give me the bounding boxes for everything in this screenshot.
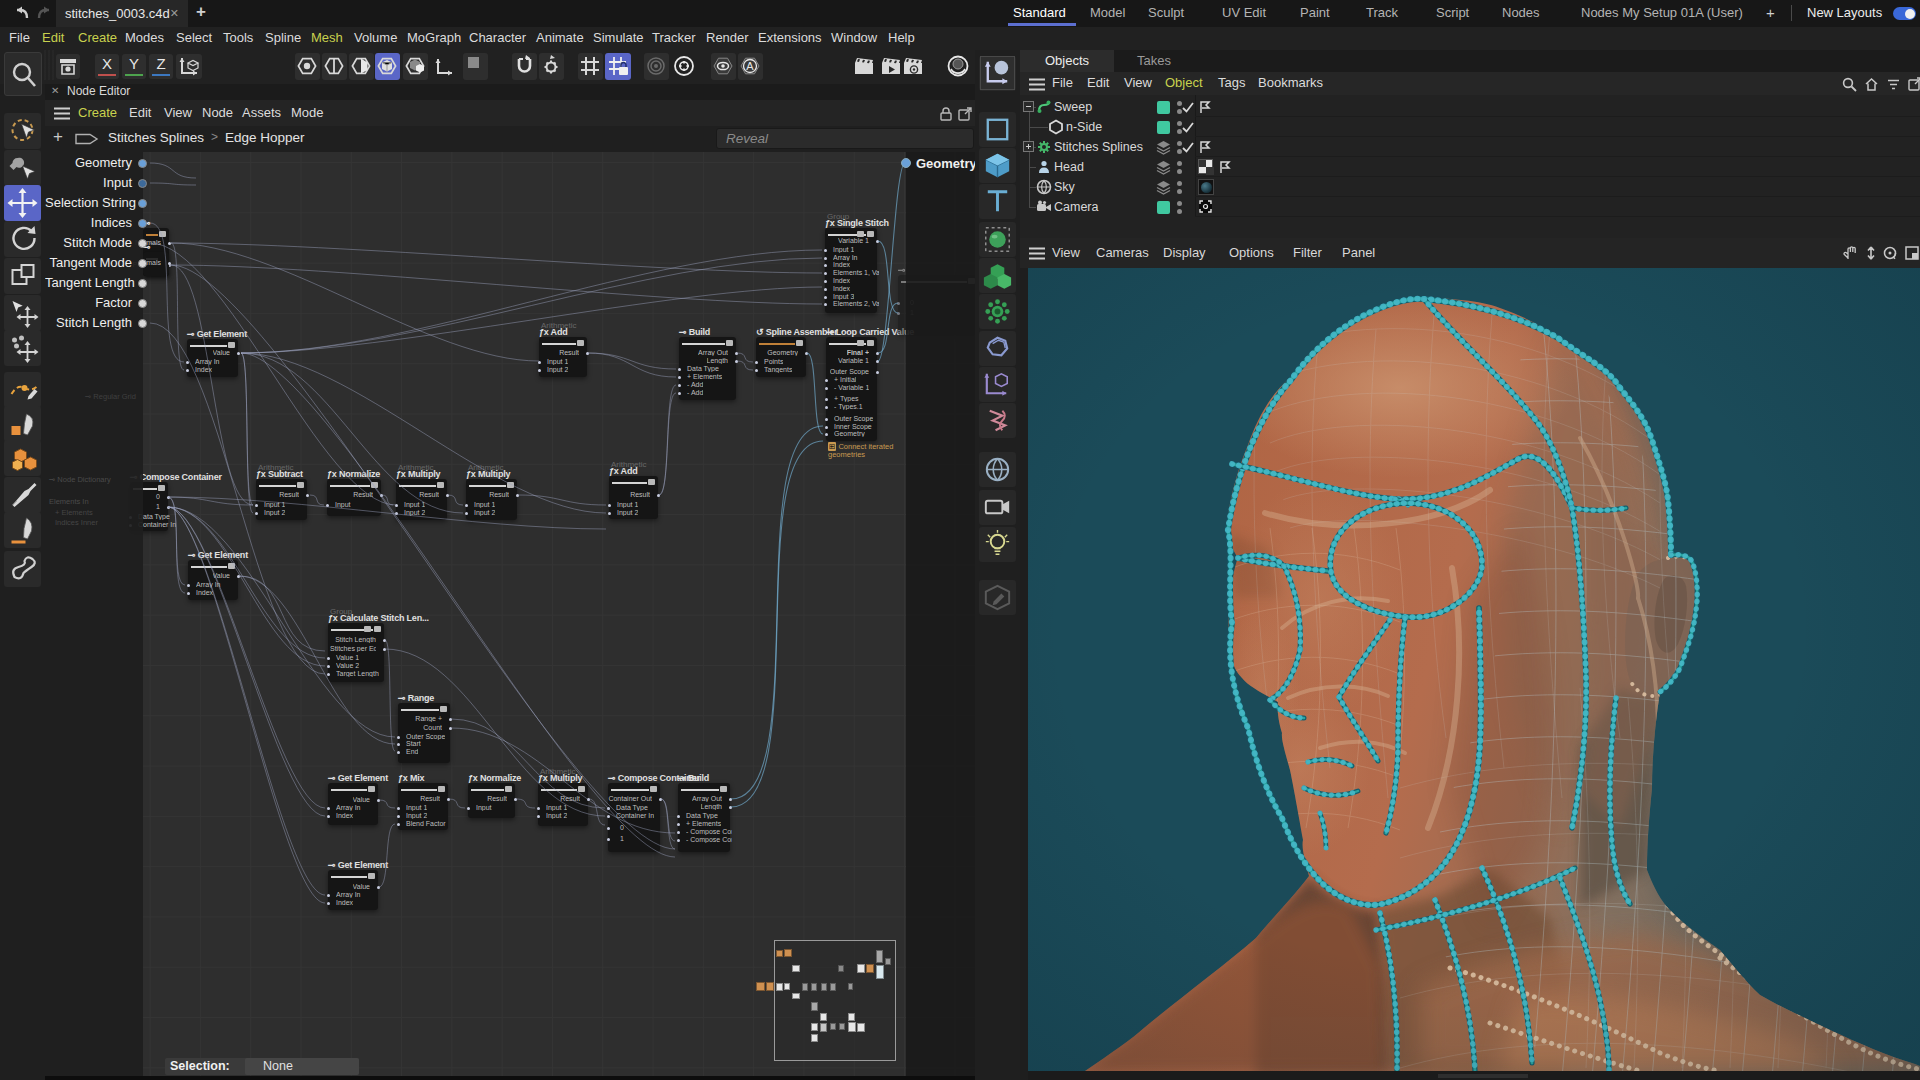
svg-text:A: A: [746, 60, 754, 72]
